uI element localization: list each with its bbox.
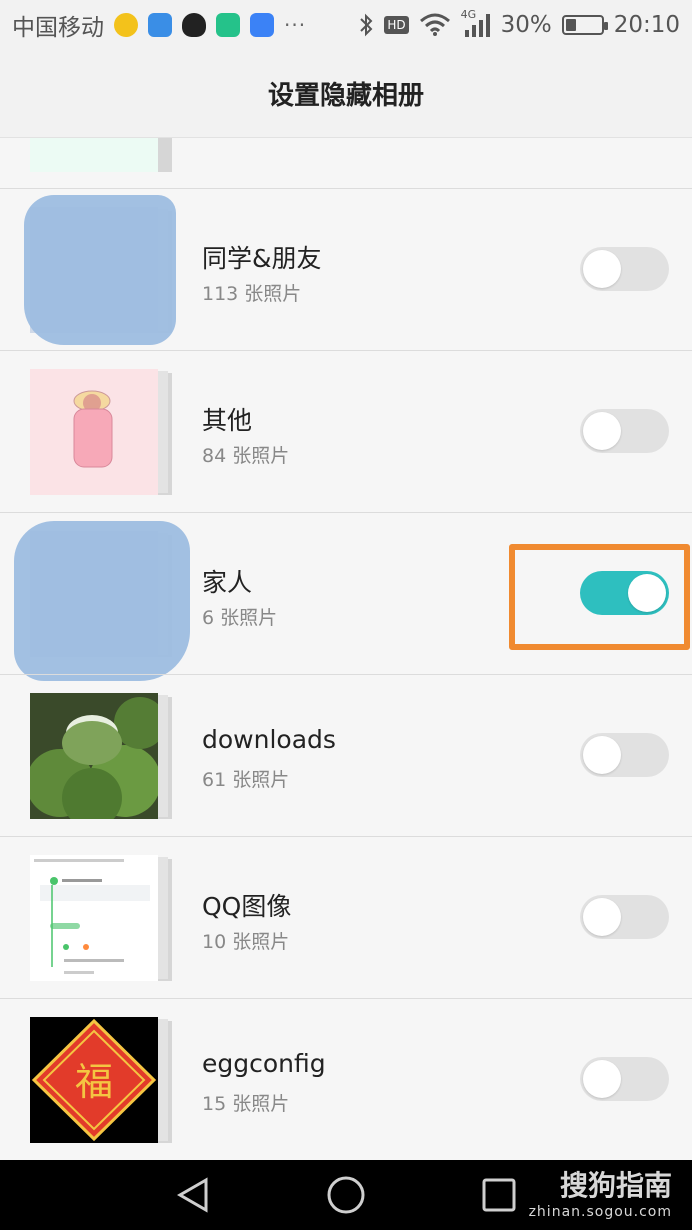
baby-sticker-image: [73, 390, 113, 468]
more-notifications-icon: ···: [284, 13, 307, 37]
toggle-knob: [583, 1060, 621, 1098]
toggle-knob: [583, 250, 621, 288]
album-thumbnail: [30, 138, 158, 172]
list-item[interactable]: 其他 84 张照片: [0, 350, 692, 512]
watermark: 搜狗指南 zhinan.sogou.com: [529, 1164, 672, 1220]
home-button[interactable]: [311, 1160, 381, 1230]
cellular-signal-icon: 4G: [461, 8, 491, 38]
qq-penguin-icon: [182, 13, 206, 37]
hide-album-toggle[interactable]: [580, 733, 669, 777]
bluetooth-icon: [360, 13, 373, 37]
battery-percent: 30%: [500, 12, 552, 38]
battery-level-fill: [565, 19, 576, 31]
hide-album-toggle[interactable]: [580, 895, 669, 939]
album-name: QQ图像: [202, 892, 292, 921]
album-name: 同学&朋友: [202, 244, 322, 273]
wifi-hotspot-icon: [148, 13, 172, 37]
carrier-label: 中国移动: [12, 15, 104, 41]
album-thumbnail: [30, 369, 172, 495]
toggle-knob: [583, 736, 621, 774]
page-title: 设置隐藏相册: [267, 81, 424, 111]
album-name: 其他: [202, 406, 253, 435]
toggle-knob: [583, 412, 621, 450]
fu-character-image: 福: [30, 1017, 158, 1143]
album-photo-count: 6 张照片: [202, 607, 278, 629]
battery-icon: [561, 15, 608, 35]
title-bar: 设置隐藏相册: [0, 50, 692, 138]
coconuts-image: [30, 693, 158, 819]
album-photo-count: 15 张照片: [202, 1093, 290, 1115]
fu-glyph: 福: [75, 1060, 113, 1104]
album-thumbnail: [30, 693, 172, 819]
back-triangle-icon: [176, 1177, 208, 1213]
back-button[interactable]: [158, 1160, 228, 1230]
wifi-icon: [419, 13, 450, 36]
list-item-partial[interactable]: [0, 138, 692, 188]
app-notification-icon: [114, 13, 138, 37]
hd-badge: HD: [384, 16, 409, 34]
home-circle-icon: [327, 1176, 365, 1214]
album-name: eggconfig: [202, 1049, 326, 1078]
health-icon: [250, 13, 274, 37]
watermark-url: zhinan.sogou.com: [528, 1204, 672, 1220]
app-screenshot-image: [30, 855, 158, 981]
album-thumbnail: [30, 855, 172, 981]
album-name: downloads: [202, 725, 336, 754]
watermark-name: 搜狗指南: [559, 1169, 672, 1202]
redaction-scribble: [24, 195, 176, 345]
list-item[interactable]: downloads 61 张照片: [0, 674, 692, 836]
clock: 20:10: [613, 12, 680, 38]
album-photo-count: 61 张照片: [202, 769, 290, 791]
hide-album-toggle[interactable]: [580, 409, 669, 453]
hide-album-toggle[interactable]: [580, 1057, 669, 1101]
recents-button[interactable]: [464, 1160, 534, 1230]
list-item[interactable]: 福 eggconfig 15 张照片: [0, 998, 692, 1160]
list-item[interactable]: 同学&朋友 113 张照片: [0, 188, 692, 350]
recents-square-icon: [482, 1178, 516, 1212]
list-item[interactable]: QQ图像 10 张照片: [0, 836, 692, 998]
toggle-knob: [583, 898, 621, 936]
album-thumbnail: 福: [30, 1017, 172, 1143]
album-photo-count: 113 张照片: [202, 283, 302, 305]
hide-album-toggle[interactable]: [580, 247, 669, 291]
status-bar: 中国移动 ··· HD 4G 30% 20:10: [0, 0, 692, 50]
navigation-bar: 搜狗指南 zhinan.sogou.com: [0, 1160, 692, 1230]
album-photo-count: 10 张照片: [202, 931, 290, 953]
album-photo-count: 84 张照片: [202, 445, 290, 467]
album-name: 家人: [202, 568, 253, 597]
highlight-box: [509, 544, 690, 650]
redaction-scribble: [14, 521, 190, 681]
album-list[interactable]: 同学&朋友 113 张照片 其他 84 张照片 家人 6 张照片 downloa…: [0, 138, 692, 1160]
shield-icon: [216, 13, 240, 37]
